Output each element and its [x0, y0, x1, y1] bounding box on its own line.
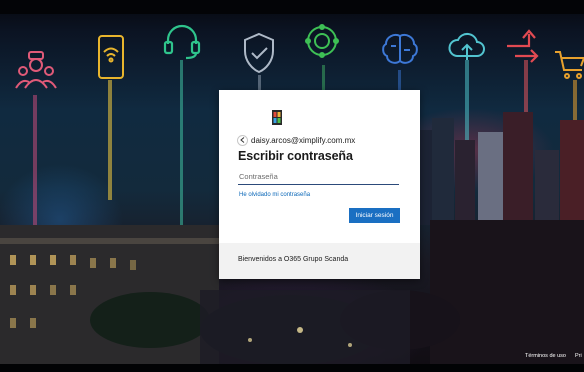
password-field[interactable]: [238, 169, 399, 185]
back-arrow-icon: [240, 137, 245, 143]
headset-icon: [163, 24, 201, 60]
signin-card: daisy.arcos@ximplify.com.mx Escribir con…: [219, 90, 420, 279]
cloud-upload-icon: [448, 32, 485, 60]
company-logo-icon: [272, 110, 282, 125]
arrows-icon: [507, 29, 539, 63]
shield-check-icon: [244, 32, 274, 74]
smartphone-wifi-icon: [98, 35, 124, 79]
page-title: Escribir contraseña: [238, 149, 353, 163]
privacy-link[interactable]: Pri: [575, 353, 582, 359]
tech-icons-row: [0, 0, 584, 100]
account-identity: daisy.arcos@ximplify.com.mx: [237, 133, 355, 147]
page-footer: Términos de uso Pri: [525, 353, 582, 359]
signin-button[interactable]: Iniciar sesión: [349, 208, 400, 223]
brain-icon: [382, 34, 418, 64]
account-email: daisy.arcos@ximplify.com.mx: [251, 135, 356, 145]
bottom-bar: [0, 364, 584, 372]
back-button[interactable]: [237, 134, 248, 146]
welcome-banner: Bienvenidos a O365 Grupo Scanda: [219, 243, 420, 279]
welcome-message: Bienvenidos a O365 Grupo Scanda: [238, 256, 349, 263]
terms-link[interactable]: Términos de uso: [525, 353, 566, 359]
cart-icon: [555, 51, 584, 79]
people-icon: [15, 51, 57, 89]
gear-network-icon: [305, 24, 339, 58]
forgot-password-link[interactable]: He olvidado mi contraseña: [239, 192, 310, 198]
